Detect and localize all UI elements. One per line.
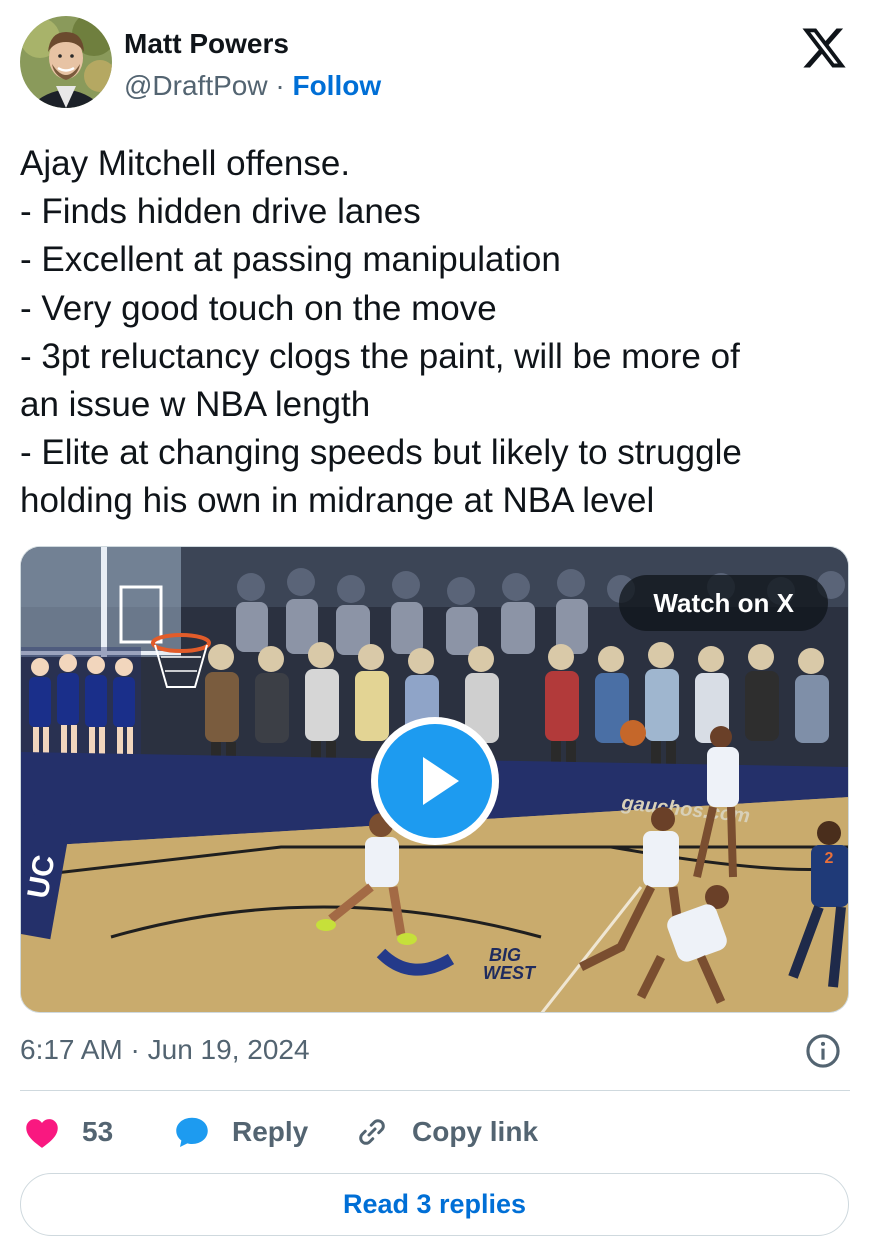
- copy-link-button[interactable]: Copy link: [354, 1112, 538, 1152]
- tweet-date: Jun 19, 2024: [147, 1034, 310, 1065]
- play-icon[interactable]: [367, 713, 503, 849]
- link-icon: [359, 1119, 385, 1145]
- copy-link-label: Copy link: [412, 1116, 539, 1147]
- video-thumbnail[interactable]: UC gauchos.com BIG WEST 2 Watch on X: [20, 546, 849, 1013]
- tweet-line: an issue w NBA length: [20, 385, 371, 425]
- x-logo-icon[interactable]: [800, 24, 848, 72]
- tweet-line: - Elite at changing speeds but likely to…: [20, 433, 742, 473]
- info-icon[interactable]: [804, 1032, 842, 1070]
- reply-bubble-icon: [176, 1117, 208, 1147]
- like-button[interactable]: 53: [24, 1112, 113, 1152]
- read-replies-button[interactable]: Read 3 replies: [20, 1173, 849, 1236]
- reply-button[interactable]: Reply: [174, 1112, 308, 1152]
- tweet-text: Ajay Mitchell offense. - Finds hidden dr…: [20, 140, 850, 526]
- handle-separator: ·: [275, 70, 285, 101]
- tweet-line: - Finds hidden drive lanes: [20, 192, 421, 232]
- tweet-timestamp[interactable]: 6:17 AM · Jun 19, 2024: [20, 1034, 310, 1066]
- tweet-line: - 3pt reluctancy clogs the paint, will b…: [20, 336, 740, 376]
- tweet-header: Matt Powers @DraftPow · Follow: [20, 16, 852, 114]
- jersey-number: 2: [825, 850, 834, 867]
- author-handle-line: @DraftPow · Follow: [124, 70, 381, 102]
- avatar-photo: [20, 16, 112, 108]
- reply-label: Reply: [232, 1116, 309, 1147]
- tweet-line: - Excellent at passing manipulation: [20, 240, 561, 280]
- divider: [20, 1090, 850, 1091]
- timestamp-separator: ·: [130, 1034, 140, 1065]
- tweet-line: Ajay Mitchell offense.: [20, 144, 351, 183]
- author-name[interactable]: Matt Powers: [124, 28, 289, 60]
- author-handle[interactable]: @DraftPow: [124, 70, 268, 101]
- tweet-time: 6:17 AM: [20, 1034, 123, 1065]
- heart-icon: [26, 1119, 58, 1148]
- like-count: 53: [82, 1116, 114, 1147]
- tweet-actions: 53 Reply Copy link: [20, 1112, 850, 1152]
- court-logo-big: BIG: [489, 945, 521, 965]
- avatar[interactable]: [20, 16, 112, 108]
- court-logo-west: WEST: [483, 963, 537, 983]
- follow-button[interactable]: Follow: [292, 70, 381, 101]
- tweet-line: holding his own in midrange at NBA level: [20, 481, 655, 521]
- watch-on-x-button[interactable]: Watch on X: [619, 575, 828, 631]
- tweet-line: - Very good touch on the move: [20, 288, 497, 328]
